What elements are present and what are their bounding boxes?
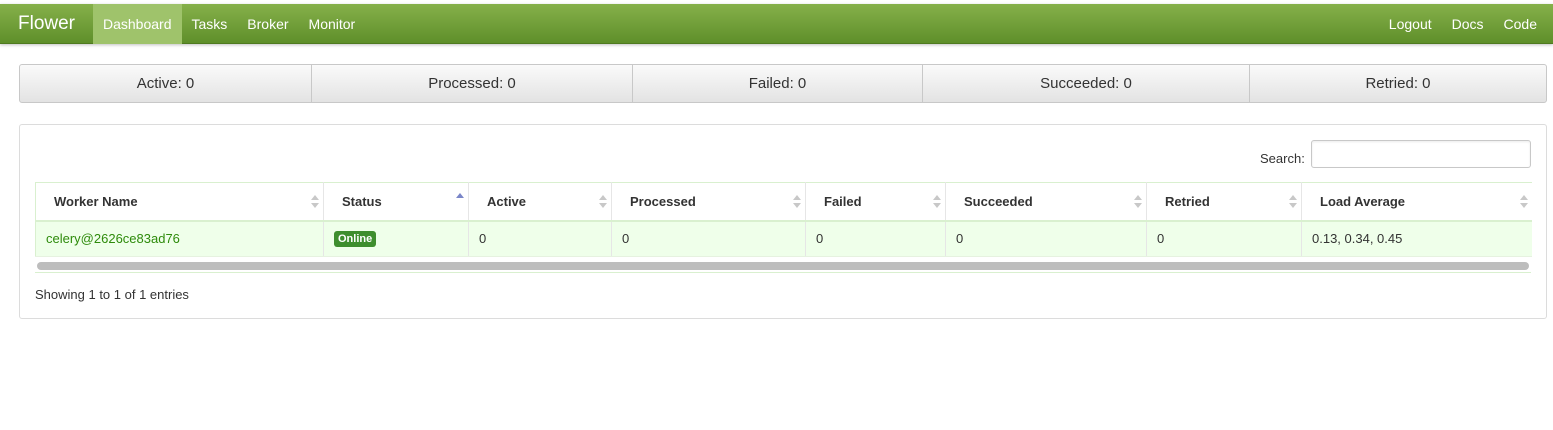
horizontal-scrollbar[interactable] <box>35 259 1531 273</box>
cell-load-average: 0.13, 0.34, 0.45 <box>1301 220 1532 257</box>
nav-item-docs[interactable]: Docs <box>1442 4 1494 44</box>
column-header-succeeded[interactable]: Succeeded <box>945 182 1147 222</box>
column-header-label: Active <box>487 193 527 209</box>
cell-status: Online <box>323 220 469 257</box>
table-info: Showing 1 to 1 of 1 entries <box>35 287 189 302</box>
column-header-processed[interactable]: Processed <box>611 182 806 222</box>
cell-active: 0 <box>468 220 612 257</box>
column-header-label: Status <box>342 193 382 209</box>
sort-icon <box>793 195 801 209</box>
column-header-worker-name[interactable]: Worker Name <box>35 182 324 222</box>
nav-item-code[interactable]: Code <box>1494 4 1547 44</box>
sort-icon <box>311 195 319 209</box>
sort-ascending-icon <box>456 193 464 209</box>
scrollbar-thumb[interactable] <box>37 262 1529 270</box>
sort-icon <box>1289 195 1297 209</box>
cell-processed: 0 <box>611 220 806 257</box>
nav-item-tasks[interactable]: Tasks <box>182 4 238 44</box>
worker-link[interactable]: celery@2626ce83ad76 <box>46 231 180 246</box>
stat-processed[interactable]: Processed: 0 <box>312 65 633 102</box>
secondary-nav: Logout Docs Code <box>1379 4 1547 44</box>
brand-logo[interactable]: Flower <box>18 4 75 44</box>
column-header-failed[interactable]: Failed <box>805 182 946 222</box>
navbar: Flower Dashboard Tasks Broker Monitor Lo… <box>0 4 1553 44</box>
cell-retried: 0 <box>1146 220 1302 257</box>
status-badge: Online <box>334 231 377 248</box>
column-header-load-average[interactable]: Load Average <box>1301 182 1532 222</box>
stat-failed[interactable]: Failed: 0 <box>633 65 923 102</box>
column-header-label: Retried <box>1165 193 1210 209</box>
table-header-row: Worker Name Status Active Processed Fail… <box>35 182 1532 222</box>
column-header-active[interactable]: Active <box>468 182 612 222</box>
sort-icon <box>1519 195 1528 209</box>
cell-failed: 0 <box>805 220 946 257</box>
search-input[interactable] <box>1311 140 1531 168</box>
nav-item-broker[interactable]: Broker <box>237 4 298 44</box>
stat-retried[interactable]: Retried: 0 <box>1250 65 1546 102</box>
column-header-label: Processed <box>630 193 696 209</box>
stat-succeeded[interactable]: Succeeded: 0 <box>923 65 1250 102</box>
stats-bar: Active: 0 Processed: 0 Failed: 0 Succeed… <box>19 64 1547 103</box>
table-row: celery@2626ce83ad76 Online 0 0 0 0 0 0.1… <box>35 220 1532 257</box>
column-header-retried[interactable]: Retried <box>1146 182 1302 222</box>
column-header-status[interactable]: Status <box>323 182 469 222</box>
column-header-label: Worker Name <box>54 193 138 209</box>
main-nav: Dashboard Tasks Broker Monitor <box>93 4 365 44</box>
column-header-label: Succeeded <box>964 193 1033 209</box>
sort-icon <box>599 195 607 209</box>
column-header-label: Load Average <box>1320 193 1406 209</box>
cell-succeeded: 0 <box>945 220 1147 257</box>
nav-item-monitor[interactable]: Monitor <box>299 4 366 44</box>
sort-icon <box>933 195 941 209</box>
workers-panel: Search: Worker Name Status Active Proces… <box>19 124 1547 319</box>
column-header-label: Failed <box>824 193 862 209</box>
sort-icon <box>1134 195 1142 209</box>
nav-item-dashboard[interactable]: Dashboard <box>93 4 182 44</box>
stat-active[interactable]: Active: 0 <box>20 65 312 102</box>
workers-table: Worker Name Status Active Processed Fail… <box>35 182 1532 257</box>
search-label: Search: <box>1260 151 1305 166</box>
nav-item-logout[interactable]: Logout <box>1379 4 1442 44</box>
cell-worker-name: celery@2626ce83ad76 <box>35 220 324 257</box>
